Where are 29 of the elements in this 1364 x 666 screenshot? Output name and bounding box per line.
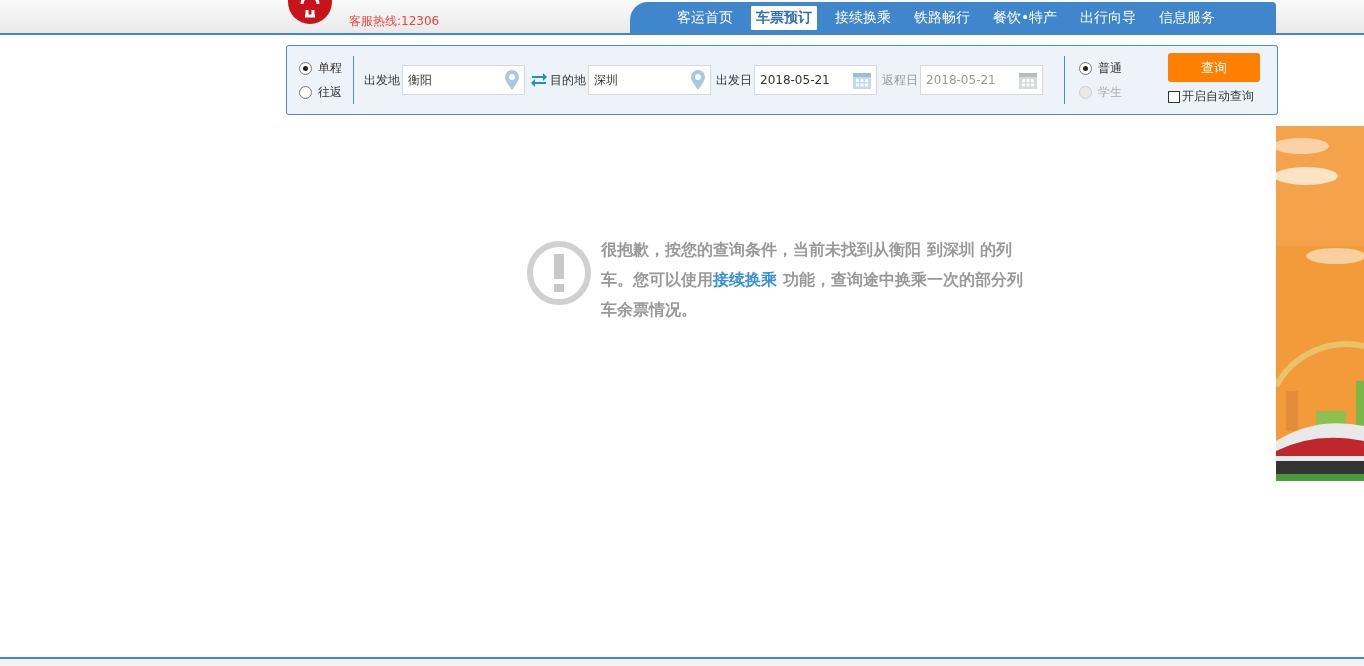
input-field[interactable]: 深圳 xyxy=(588,65,711,95)
radio-option[interactable]: 普通 xyxy=(1079,59,1122,77)
calendar-icon xyxy=(1018,70,1038,90)
location-pin-icon xyxy=(504,69,520,91)
field-label: 目的地 xyxy=(550,71,586,89)
transfer-link[interactable]: 接续换乘 xyxy=(713,270,777,289)
nav-tab[interactable]: 客运首页 xyxy=(672,5,738,30)
query-button[interactable]: 查询 xyxy=(1168,53,1260,82)
nav-tab[interactable]: 餐饮•特产 xyxy=(988,5,1063,30)
input-field[interactable]: 衡阳 xyxy=(402,65,525,95)
radio-option[interactable]: 单程 xyxy=(299,59,342,77)
nav-tab[interactable]: 接续换乘 xyxy=(830,5,896,30)
location-pin-icon xyxy=(690,69,706,91)
nav-tab[interactable]: 车票预订 xyxy=(751,5,817,30)
field-label: 出发地 xyxy=(364,71,400,89)
field-label: 返程日 xyxy=(882,71,918,89)
no-results-message: 很抱歉，按您的查询条件，当前未找到从衡阳 到深圳 的列车。您可以使用接续换乘 功能，查询途中换乘一次的部分列车余票情况。 xyxy=(601,239,1024,321)
auto-query-checkbox[interactable]: 开启自动查询 xyxy=(1168,88,1254,105)
nav-tab[interactable]: 铁路畅行 xyxy=(909,5,975,30)
nav-tab[interactable]: 信息服务 xyxy=(1154,5,1221,30)
calendar-icon xyxy=(852,70,872,90)
nav-tab[interactable]: 出行向导 xyxy=(1075,5,1142,30)
radio-option[interactable]: 往返 xyxy=(299,83,342,101)
field-label: 出发日 xyxy=(716,71,752,89)
hotline-text: 客服热线:12306 xyxy=(349,13,440,30)
logo-icon xyxy=(287,0,333,24)
swap-icon[interactable] xyxy=(530,73,548,87)
input-field[interactable]: 2018-05-21 xyxy=(754,65,877,95)
warning-icon xyxy=(526,240,592,306)
